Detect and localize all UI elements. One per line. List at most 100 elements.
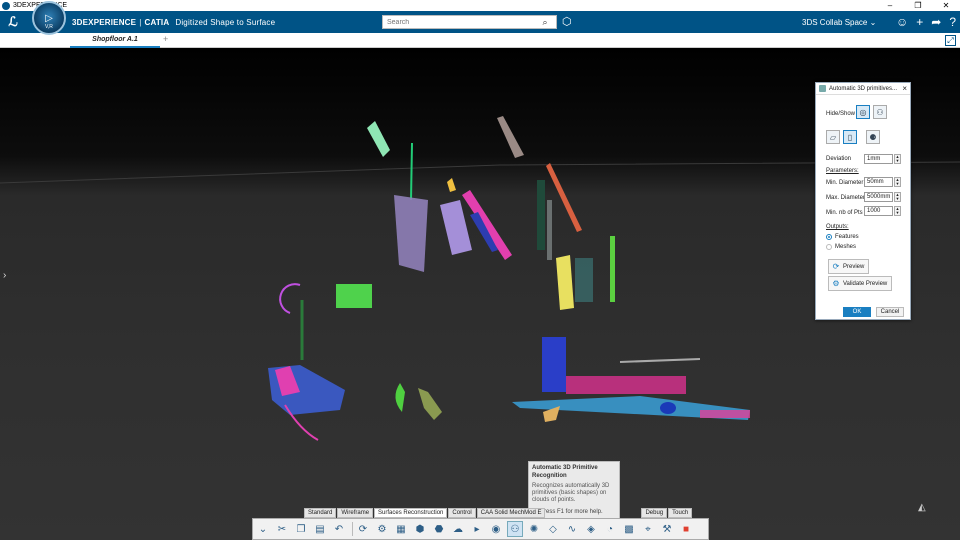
section-caa-solid[interactable]: CAA Solid MechMod E bbox=[476, 508, 546, 518]
min-pts-label: Min. nb of Pts bbox=[826, 210, 863, 216]
cloud-fragment bbox=[418, 388, 442, 420]
preview-icon: ⟳ bbox=[832, 262, 840, 271]
undo-icon[interactable]: ↶ bbox=[331, 521, 347, 537]
share-icon[interactable]: ➦ bbox=[931, 15, 941, 29]
cloud-fragment bbox=[619, 358, 701, 363]
hide-show-row: ◎ ⚇ bbox=[856, 105, 890, 119]
cloud-fragment bbox=[279, 283, 301, 314]
hide-show-label: Hide/Show bbox=[826, 111, 856, 117]
deviation-input[interactable]: 1mm bbox=[864, 154, 893, 164]
features-radio-dot[interactable] bbox=[826, 234, 832, 240]
outputs-label: Outputs: bbox=[826, 224, 849, 230]
cut-icon[interactable]: ✂ bbox=[274, 521, 290, 537]
brand-app: CATIA bbox=[144, 17, 170, 27]
search-icon[interactable]: ⌕ bbox=[538, 17, 552, 28]
update-icon[interactable]: ⟳ bbox=[355, 521, 371, 537]
ok-button[interactable]: OK bbox=[843, 307, 871, 317]
cloud-fragment bbox=[700, 410, 750, 418]
view-compass-icon[interactable]: ◭ bbox=[918, 502, 926, 513]
brand-role: Digitized Shape to Surface bbox=[175, 17, 276, 27]
compass-widget[interactable]: ▷ V,R bbox=[32, 1, 66, 35]
brand: 3DEXPERIENCE | CATIA Digitized Shape to … bbox=[72, 11, 275, 33]
min-diameter-label: Min. Diameter bbox=[826, 180, 864, 186]
expand-icon[interactable]: ⤢ bbox=[945, 35, 956, 46]
cancel-button[interactable]: Cancel bbox=[876, 307, 904, 317]
surface-icon[interactable]: ◈ bbox=[583, 521, 599, 537]
curve-icon[interactable]: ∿ bbox=[564, 521, 580, 537]
close-icon[interactable]: ✕ bbox=[932, 0, 960, 11]
meshes-radio[interactable]: Meshes bbox=[826, 244, 856, 250]
help-icon[interactable]: ? bbox=[949, 15, 956, 29]
os-title-bar: 3DEXPERIENCE – ❐ ✕ bbox=[0, 0, 960, 11]
analysis-icon[interactable]: ◔ bbox=[602, 521, 618, 537]
settings-gear-icon[interactable]: ⚙ bbox=[374, 521, 390, 537]
cloud-fragment bbox=[336, 284, 372, 308]
more-right-icon[interactable]: ▸ bbox=[469, 521, 485, 537]
cube-icon[interactable]: ⬢ bbox=[412, 521, 428, 537]
tool-icon[interactable]: ⚒ bbox=[659, 521, 675, 537]
max-diameter-label: Max. Diameter bbox=[826, 195, 866, 201]
max-diameter-input[interactable]: 5000mm bbox=[864, 192, 893, 202]
min-pts-spinner[interactable]: ▲ ▼ bbox=[894, 206, 901, 216]
toolbar-separator bbox=[352, 522, 353, 536]
hide-show-cloud-button[interactable]: ◎ bbox=[856, 105, 870, 119]
features-label: Features bbox=[835, 234, 859, 240]
search-input[interactable] bbox=[383, 16, 538, 28]
cloud-fragment bbox=[610, 236, 615, 302]
section-surfaces-reconstruction[interactable]: Surfaces Reconstruction bbox=[374, 508, 448, 518]
paste-icon[interactable]: ▤ bbox=[312, 521, 328, 537]
window-controls: – ❐ ✕ bbox=[876, 0, 960, 11]
section-icon[interactable]: ◇ bbox=[545, 521, 561, 537]
grid-icon[interactable]: ▩ bbox=[621, 521, 637, 537]
validate-preview-icon: ⚙ bbox=[832, 279, 840, 288]
sphere-cone-shape-button[interactable]: ⚈ bbox=[866, 130, 880, 144]
collab-space-selector[interactable]: 3DS Collab Space ⌄ bbox=[802, 11, 876, 33]
maximize-icon[interactable]: ❐ bbox=[904, 0, 932, 11]
plane-shape-button[interactable]: ▱ bbox=[826, 130, 840, 144]
tab-bar: Shopfloor A.1 + ⤢ bbox=[0, 33, 960, 48]
measure-icon[interactable]: ⌖ bbox=[640, 521, 656, 537]
mesh-icon[interactable]: ⬣ bbox=[431, 521, 447, 537]
auto-primitives-icon[interactable]: ⚇ bbox=[507, 521, 523, 537]
hide-show-shapes-button[interactable]: ⚇ bbox=[873, 105, 887, 119]
cloud-fragment bbox=[537, 180, 545, 250]
min-pts-input[interactable]: 1000 bbox=[864, 206, 893, 216]
scan-icon[interactable]: ▦ bbox=[393, 521, 409, 537]
section-touch[interactable]: Touch bbox=[668, 508, 693, 518]
add-icon[interactable]: + bbox=[916, 15, 923, 29]
features-radio[interactable]: Features bbox=[826, 234, 859, 240]
shape-type-row: ▱ ▯ ⚈ bbox=[826, 130, 883, 144]
copy-icon[interactable]: ❐ bbox=[293, 521, 309, 537]
header-icons: ☺ + ➦ ? bbox=[896, 11, 956, 33]
validate-preview-button[interactable]: ⚙ Validate Preview bbox=[828, 276, 893, 291]
cylinder-shape-button[interactable]: ▯ bbox=[843, 130, 857, 144]
new-tab-icon[interactable]: + bbox=[163, 34, 168, 44]
preview-button[interactable]: ⟳ Preview bbox=[828, 259, 870, 274]
activate-cloud-icon[interactable]: ◉ bbox=[488, 521, 504, 537]
meshes-radio-dot[interactable] bbox=[826, 244, 832, 250]
dialog-title: Automatic 3D primitives... bbox=[829, 85, 898, 92]
cloud-icon[interactable]: ☁ bbox=[450, 521, 466, 537]
deviation-spinner[interactable]: ▲ ▼ bbox=[894, 154, 901, 164]
minimize-icon[interactable]: – bbox=[876, 0, 904, 11]
app-icon bbox=[2, 1, 10, 10]
max-diameter-spinner[interactable]: ▲ ▼ bbox=[894, 192, 901, 202]
tab-shopfloor[interactable]: Shopfloor A.1 bbox=[70, 33, 160, 48]
section-standard[interactable]: Standard bbox=[304, 508, 337, 518]
expand-left-icon[interactable]: › bbox=[3, 270, 6, 281]
dialog-close-icon[interactable]: × bbox=[902, 84, 907, 93]
section-debug[interactable]: Debug bbox=[641, 508, 668, 518]
collapse-icon[interactable]: ⌄ bbox=[255, 521, 271, 537]
user-icon[interactable]: ☺ bbox=[896, 15, 908, 29]
section-control[interactable]: Control bbox=[448, 508, 476, 518]
min-diameter-input[interactable]: 50mm bbox=[864, 177, 893, 187]
filter-icon[interactable]: ✺ bbox=[526, 521, 542, 537]
min-diameter-spinner[interactable]: ▲ ▼ bbox=[894, 177, 901, 187]
color-cube-icon[interactable]: ■ bbox=[678, 521, 694, 537]
section-wireframe[interactable]: Wireframe bbox=[337, 508, 374, 518]
cloud-fragment bbox=[566, 376, 686, 394]
tag-icon[interactable]: ⬡ bbox=[562, 15, 572, 28]
deviation-label: Deviation bbox=[826, 156, 852, 162]
ds-logo-icon[interactable]: ℒ bbox=[0, 11, 26, 33]
brand-main: 3DEXPERIENCE bbox=[72, 17, 137, 27]
